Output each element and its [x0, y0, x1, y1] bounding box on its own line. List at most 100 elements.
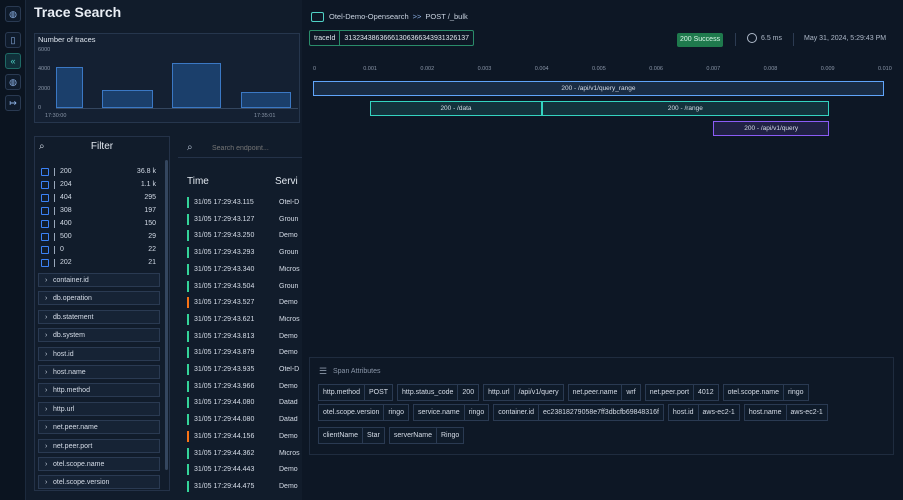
status-filter-row[interactable]: 204 1.1 k — [40, 179, 156, 191]
table-row[interactable]: 31/05 17:29:43.127 Groun — [187, 213, 302, 227]
table-row[interactable]: 31/05 17:29:44.362 Micros — [187, 447, 302, 461]
attribute-chip[interactable]: http.method POST — [318, 384, 394, 401]
status-marker — [187, 313, 189, 325]
span-bar[interactable]: 200 - /api/v1/query_range — [313, 81, 884, 96]
table-row[interactable]: 31/05 17:29:43.250 Demo — [187, 229, 302, 243]
status-code-count: 1.1 k — [140, 181, 156, 188]
status-filter-row[interactable]: 400 150 — [40, 218, 156, 230]
table-row[interactable]: 31/05 17:29:43.527 Demo — [187, 296, 302, 310]
chevron-right-icon: › — [45, 461, 48, 468]
filter-scrollbar[interactable] — [165, 160, 168, 470]
facet-net-peer-port[interactable]: › net.peer.port — [38, 438, 160, 453]
facet-http-url[interactable]: › http.url — [38, 401, 160, 416]
breadcrumb: Otel-Demo-Opensearch >> POST /_bulk — [329, 12, 468, 21]
status-filter-row[interactable]: 308 197 — [40, 205, 156, 217]
checkbox[interactable] — [41, 207, 49, 215]
table-row[interactable]: 31/05 17:29:43.935 Otel-D — [187, 363, 302, 377]
facet-net-peer-name[interactable]: › net.peer.name — [38, 420, 160, 435]
checkbox[interactable] — [41, 168, 49, 176]
table-row[interactable]: 31/05 17:29:44.080 Datad — [187, 413, 302, 427]
checkbox[interactable] — [41, 233, 49, 241]
row-service: Groun — [279, 249, 299, 257]
span-bar[interactable]: 200 - /api/v1/query — [713, 121, 829, 136]
status-filter-row[interactable]: 404 295 — [40, 192, 156, 204]
traces-icon[interactable]: « — [5, 53, 21, 69]
globe-icon[interactable]: ◍ — [5, 6, 21, 22]
row-service: Micros — [279, 315, 300, 323]
facet-otel-scope-name[interactable]: › otel.scope.name — [38, 457, 160, 471]
attribute-chip[interactable]: clientName Star — [318, 427, 385, 444]
column-service[interactable]: Servi — [275, 176, 298, 187]
attribute-chip[interactable]: serverName Ringo — [388, 427, 465, 444]
attribute-chip[interactable]: otel.scope.name ringo — [722, 384, 809, 401]
trace-id-value[interactable]: 31323438636661306366343931326137 — [340, 31, 473, 45]
facet-container-id[interactable]: › container.id — [38, 273, 160, 287]
row-service: Micros — [279, 265, 300, 273]
logout-icon[interactable]: ↦ — [5, 95, 21, 111]
table-row[interactable]: 31/05 17:29:44.443 Demo — [187, 463, 302, 477]
table-row[interactable]: 31/05 17:29:43.293 Groun — [187, 246, 302, 260]
attribute-key: host.id — [669, 405, 699, 420]
facet-db-system[interactable]: › db.system — [38, 328, 160, 343]
facet-http-method[interactable]: › http.method — [38, 383, 160, 398]
table-row[interactable]: 31/05 17:29:43.966 Demo — [187, 380, 302, 394]
facet-label: db.statement — [53, 313, 94, 321]
status-marker — [187, 464, 189, 476]
attribute-chip[interactable]: net.peer.port 4012 — [644, 384, 719, 401]
service-name[interactable]: Otel-Demo-Opensearch — [329, 12, 409, 21]
status-filter-row[interactable]: 200 36.8 k — [40, 166, 156, 178]
table-row[interactable]: 31/05 17:29:43.340 Micros — [187, 263, 302, 277]
status-filter-row[interactable]: 0 22 — [40, 244, 156, 256]
attribute-chip[interactable]: http.status_code 200 — [397, 384, 480, 401]
facet-label: otel.scope.version — [53, 479, 110, 487]
attribute-chip[interactable]: service.name ringo — [413, 404, 490, 421]
status-filter-row[interactable]: 202 21 — [40, 257, 156, 269]
world-icon[interactable]: ◍ — [5, 74, 21, 90]
checkbox[interactable] — [41, 181, 49, 189]
timeline-tick-label: 0.007 — [706, 66, 721, 72]
status-filter-row[interactable]: 500 29 — [40, 231, 156, 243]
attribute-key: service.name — [414, 405, 465, 420]
attribute-chip[interactable]: net.peer.name wrf — [567, 384, 641, 401]
attribute-value: Ringo — [440, 432, 460, 439]
checkbox[interactable] — [41, 194, 49, 202]
table-row[interactable]: 31/05 17:29:44.156 Demo — [187, 430, 302, 444]
table-row[interactable]: 31/05 17:29:43.879 Demo — [187, 346, 302, 360]
attribute-chip[interactable]: host.name aws-ec2-1 — [743, 404, 828, 421]
search-input[interactable] — [212, 142, 302, 154]
table-row[interactable]: 31/05 17:29:44.080 Datad — [187, 396, 302, 410]
span-bar[interactable]: 200 - /data — [370, 101, 542, 116]
checkbox[interactable] — [41, 246, 49, 254]
chart-bar — [172, 62, 221, 108]
table-row[interactable]: 31/05 17:29:43.621 Micros — [187, 313, 302, 327]
timeline-tick-label: 0.010 — [878, 66, 892, 72]
facet-host-name[interactable]: › host.name — [38, 365, 160, 379]
attribute-chip[interactable]: http.url/api/v1/query — [483, 384, 564, 401]
column-time[interactable]: Time — [187, 176, 209, 187]
attribute-chip[interactable]: container.id ec23818279058e7ff3dbcfb69848… — [493, 404, 664, 421]
filter-title: Filter — [90, 141, 114, 152]
attribute-chip[interactable]: host.id aws-ec2-1 — [667, 404, 740, 421]
checkbox[interactable] — [41, 259, 49, 267]
row-time: 31/05 17:29:43.340 — [194, 265, 255, 273]
checkbox[interactable] — [41, 220, 49, 228]
status-code-label: 0 — [60, 246, 64, 253]
facet-db-operation[interactable]: › db.operation — [38, 291, 160, 306]
table-row[interactable]: 31/05 17:29:44.475 Demo — [187, 480, 302, 494]
facet-host-id[interactable]: › host.id — [38, 346, 160, 361]
attribute-chip[interactable]: otel.scope.version ringo — [318, 404, 409, 421]
facet-db-statement[interactable]: › db.statement — [38, 309, 160, 324]
facet-label: host.name — [53, 369, 86, 376]
facet-otel-scope-version[interactable]: › otel.scope.version — [38, 475, 160, 490]
span-bar[interactable]: 200 - /range — [541, 101, 829, 116]
book-icon[interactable]: ▯ — [5, 32, 21, 48]
chevron-right-icon: › — [45, 369, 48, 376]
table-row[interactable]: 31/05 17:29:43.504 Groun — [187, 280, 302, 294]
status-marker — [187, 247, 189, 259]
x-axis-line — [56, 108, 298, 109]
table-row[interactable]: 31/05 17:29:43.115 Otel-D — [187, 196, 302, 210]
divider — [54, 168, 55, 176]
trace-id-field[interactable]: traceId 31323438636661306366343931326137 — [309, 30, 474, 46]
row-time: 31/05 17:29:44.443 — [194, 466, 255, 474]
table-row[interactable]: 31/05 17:29:43.813 Demo — [187, 330, 302, 344]
